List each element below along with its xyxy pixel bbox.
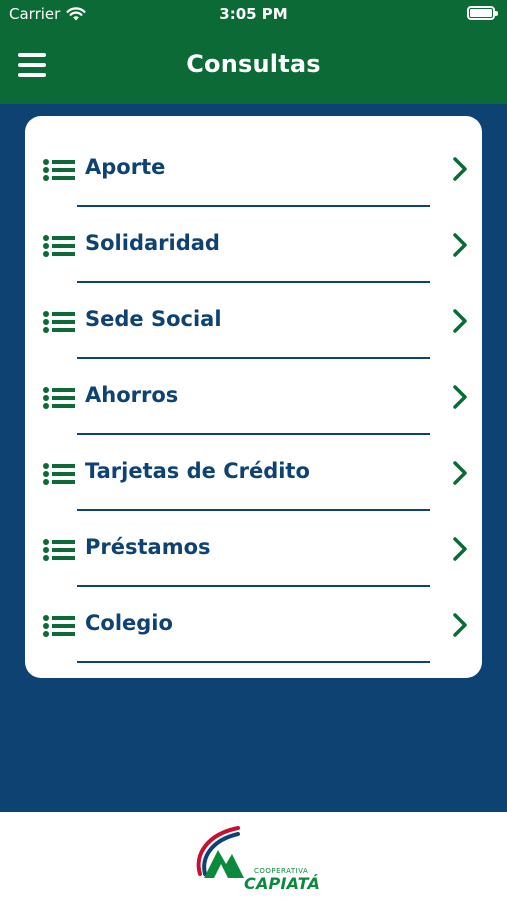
chevron-right-icon bbox=[453, 157, 467, 181]
menu-item-label: Préstamos bbox=[85, 535, 211, 559]
chevron-right-icon bbox=[453, 461, 467, 485]
main-content: Aporte Solidaridad Sede Social Ahorros T… bbox=[0, 104, 507, 812]
list-icon bbox=[43, 235, 75, 257]
item-divider bbox=[77, 661, 430, 663]
chevron-right-icon bbox=[453, 613, 467, 637]
list-icon bbox=[43, 615, 75, 637]
chevron-right-icon bbox=[453, 537, 467, 561]
menu-item-prestamos[interactable]: Préstamos bbox=[25, 496, 482, 587]
menu-item-label: Tarjetas de Crédito bbox=[85, 459, 310, 483]
app-footer: COOPERATIVA CAPIATÁ bbox=[0, 812, 507, 900]
menu-item-label: Sede Social bbox=[85, 307, 222, 331]
menu-item-aporte[interactable]: Aporte bbox=[25, 116, 482, 207]
status-bar: Carrier 3:05 PM bbox=[0, 0, 507, 28]
menu-item-tarjetas-de-credito[interactable]: Tarjetas de Crédito bbox=[25, 420, 482, 511]
menu-item-label: Ahorros bbox=[85, 383, 179, 407]
consultas-menu-card: Aporte Solidaridad Sede Social Ahorros T… bbox=[25, 116, 482, 678]
menu-item-ahorros[interactable]: Ahorros bbox=[25, 344, 482, 435]
battery-icon bbox=[467, 6, 498, 20]
list-icon bbox=[43, 159, 75, 181]
menu-item-solidaridad[interactable]: Solidaridad bbox=[25, 192, 482, 283]
menu-item-label: Aporte bbox=[85, 155, 166, 179]
menu-item-label: Colegio bbox=[85, 611, 173, 635]
list-icon bbox=[43, 311, 75, 333]
list-icon bbox=[43, 463, 75, 485]
menu-item-sede-social[interactable]: Sede Social bbox=[25, 268, 482, 359]
menu-item-colegio[interactable]: Colegio bbox=[25, 572, 482, 663]
cooperativa-capiata-logo: COOPERATIVA CAPIATÁ bbox=[190, 824, 320, 893]
status-time: 3:05 PM bbox=[219, 5, 288, 23]
chevron-right-icon bbox=[453, 233, 467, 257]
chevron-right-icon bbox=[453, 309, 467, 333]
page-title: Consultas bbox=[186, 50, 321, 78]
app-header: Carrier 3:05 PM Consultas bbox=[0, 0, 507, 104]
logo-name: CAPIATÁ bbox=[244, 874, 321, 893]
list-icon bbox=[43, 539, 75, 561]
chevron-right-icon bbox=[453, 385, 467, 409]
list-icon bbox=[43, 387, 75, 409]
menu-item-label: Solidaridad bbox=[85, 231, 220, 255]
